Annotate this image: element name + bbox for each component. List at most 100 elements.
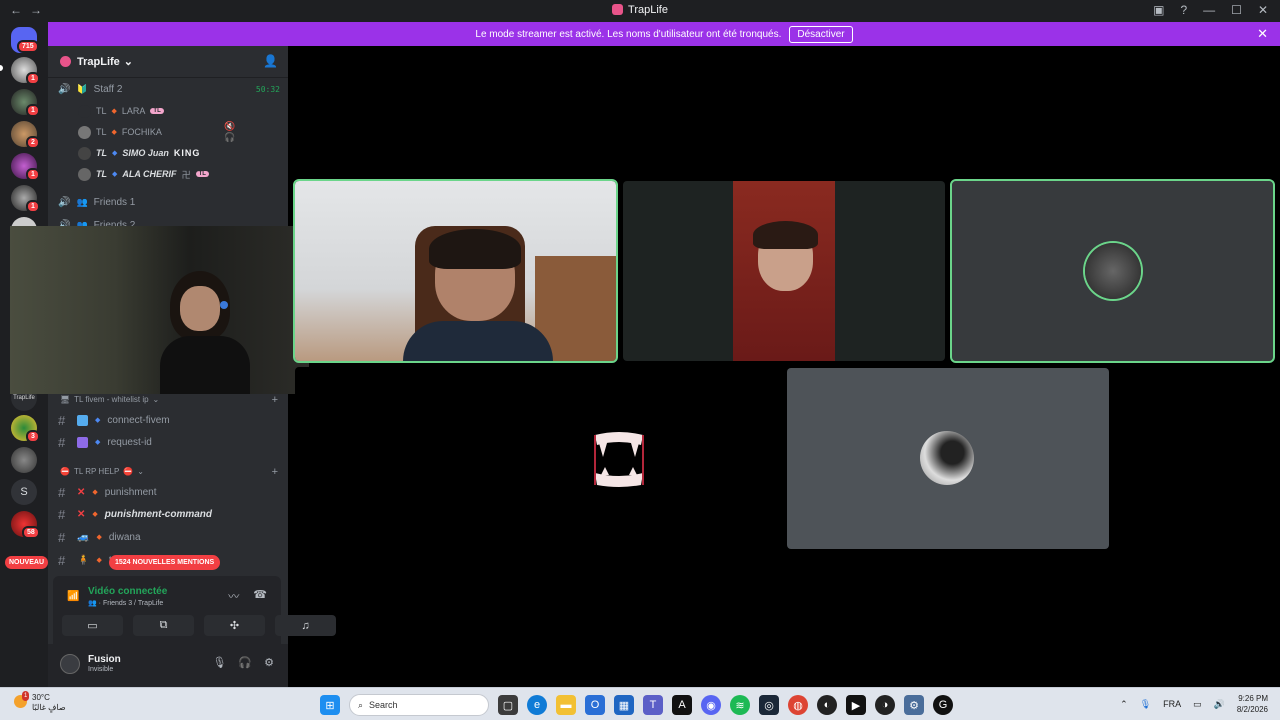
add-channel-icon[interactable]: + [272, 466, 278, 478]
speaker-icon: 🔊 [58, 196, 71, 208]
voice-user[interactable]: TL ◆ SIMO Juan KING [78, 143, 200, 163]
outlook-icon[interactable]: O [585, 695, 605, 715]
channel-punishment[interactable]: # ✕ ◆ punishment [58, 482, 156, 502]
diamond-icon: ◆ [96, 557, 102, 564]
chevron-down-icon: ⌄ [152, 395, 160, 404]
channel-punishment-command[interactable]: # ✕ ◆ punishment-command [58, 504, 212, 524]
disconnect-icon[interactable]: ☎ [253, 588, 267, 604]
user-tag: TL [195, 171, 209, 177]
discord-icon[interactable]: ◉ [701, 695, 721, 715]
voice-channel-friends-1[interactable]: 🔊 👥 Friends 1 [58, 192, 280, 212]
chrome-icon[interactable]: ◍ [788, 695, 808, 715]
voice-location[interactable]: 👥 · Friends 3 / TrapLife [88, 599, 163, 607]
noise-suppression-icon[interactable]: 〰 [228, 588, 239, 604]
diamond-icon: ◆ [95, 439, 101, 446]
banner-text: Le mode streamer est activé. Les noms d'… [475, 28, 782, 40]
server-badge: 1 [26, 72, 40, 85]
language-indicator[interactable]: FRA [1163, 699, 1181, 709]
diamond-icon: ◆ [112, 150, 118, 157]
user-name: FOCHIKA [121, 127, 162, 137]
user-glyph: 卍 [181, 169, 191, 180]
weather-badge: 1 [22, 691, 30, 701]
voice-location-label: Friends 3 / TrapLife [102, 600, 164, 607]
voice-user[interactable]: TL ◆ ALA CHERIF 卍 TL [78, 164, 209, 184]
fangs-avatar-icon [591, 431, 647, 487]
category-rp-help[interactable]: ⛔ TL RP HELP ⛔ ⌄ + [60, 466, 278, 478]
add-channel-icon[interactable]: + [272, 394, 278, 406]
deactivate-button[interactable]: Désactiver [789, 25, 853, 43]
store-icon[interactable]: ▦ [614, 695, 634, 715]
camera-off-button[interactable]: ▭ [62, 615, 123, 636]
avatar [78, 104, 91, 118]
chevron-up-icon[interactable]: ⌃ [1120, 699, 1128, 710]
user-name: ALA CHERIF [122, 169, 177, 179]
banner-close-icon[interactable]: ✕ [1257, 26, 1268, 42]
voice-timer: 50:32 [255, 84, 280, 94]
avatar-tile[interactable] [787, 368, 1109, 549]
clock[interactable]: 9:26 PM 8/2/2026 [1237, 693, 1268, 715]
obs-icon[interactable]: ◐ [817, 695, 837, 715]
user-name: LARA [121, 106, 146, 116]
avatar-tile[interactable] [295, 367, 780, 549]
spotify-icon[interactable]: ≋ [730, 695, 750, 715]
channel-request-id[interactable]: # ◆ request-id [58, 432, 152, 452]
soundboard-button[interactable]: ♫ [275, 615, 336, 636]
avatar-tile[interactable] [950, 179, 1275, 363]
avatar[interactable] [60, 654, 80, 674]
voice-user[interactable]: TL ◆ LARA TL [78, 101, 164, 121]
category-fivem[interactable]: 🖥 TL fivem - whitelist ip ⌄ + [60, 394, 278, 406]
voice-user[interactable]: TL ◆ FOCHIKA 🔇🎧 [78, 121, 235, 142]
window-title-text: TrapLife [628, 4, 668, 16]
headphones-icon[interactable]: 🎧 [238, 656, 252, 669]
voice-channel-staff-2[interactable]: 🔊 🔰 Staff 2 50:32 [58, 79, 280, 99]
gear-icon[interactable]: ⚙ [264, 656, 274, 669]
guild-header[interactable]: TrapLife ⌄ 👤 [48, 46, 288, 78]
diamond-icon: ◆ [111, 108, 117, 115]
screen-share-button[interactable]: ⧉ [133, 615, 194, 636]
user-status: Invisible [88, 666, 114, 673]
windows-start-icon[interactable]: ⊞ [320, 695, 340, 715]
server-icon[interactable] [11, 447, 37, 473]
edge-icon[interactable]: e [527, 695, 547, 715]
monitor-icon: 🖥 [60, 395, 71, 404]
task-view-icon[interactable]: ▢ [498, 695, 518, 715]
traplife-server-label: TrapLife [13, 395, 35, 401]
settings-icon[interactable]: ⚙ [904, 695, 924, 715]
user-prefix: TL [96, 148, 107, 158]
video-tile[interactable] [623, 181, 945, 361]
server-icon-s[interactable]: S [11, 479, 37, 505]
weather-widget[interactable]: 1 30°C صافٍ غالبًا [14, 691, 66, 713]
new-unreads-badge[interactable]: NOUVEAU [5, 556, 49, 569]
minimize-button[interactable]: — [1203, 3, 1215, 17]
volume-icon[interactable]: 🔊 [1214, 699, 1225, 710]
nvidia-icon[interactable]: ▶ [846, 695, 866, 715]
clock-date: 8/2/2026 [1236, 705, 1268, 714]
close-button[interactable]: ✕ [1258, 3, 1268, 17]
maximize-button[interactable]: ☐ [1231, 3, 1242, 17]
activities-button[interactable]: ✣ [204, 615, 265, 636]
file-explorer-icon[interactable]: ▬ [556, 695, 576, 715]
microphone-icon[interactable]: 🎙 [1140, 699, 1151, 710]
app-g-icon[interactable]: G [933, 695, 953, 715]
server-badge: 3 [26, 430, 40, 443]
channel-diwana[interactable]: # 🚙 ◆ diwana [58, 527, 141, 547]
diamond-icon: ◆ [96, 534, 102, 541]
teams-icon[interactable]: T [643, 695, 663, 715]
server-badge: 1 [26, 168, 40, 181]
channel-connect-fivem[interactable]: # ◆ connect-fivem [58, 410, 170, 430]
microphone-icon[interactable]: 🎙 [212, 656, 226, 669]
terminal-icon[interactable]: A [672, 695, 692, 715]
hash-icon: # [58, 552, 66, 568]
video-tile[interactable] [293, 179, 618, 363]
steam-icon[interactable]: ◎ [759, 695, 779, 715]
webcam-body [160, 336, 250, 394]
taskbar-search[interactable]: ⌕ Search [349, 694, 489, 716]
app-icon[interactable]: ◑ [875, 695, 895, 715]
weather-description: صافٍ غالبًا [32, 703, 66, 712]
help-icon[interactable]: ? [1180, 3, 1187, 17]
new-mentions-badge[interactable]: 1524 NOUVELLES MENTIONS [109, 555, 221, 570]
network-icon[interactable]: ▭ [1193, 699, 1202, 710]
search-icon: ⌕ [358, 699, 364, 710]
add-member-icon[interactable]: 👤 [263, 54, 278, 68]
inbox-icon[interactable]: ▣ [1153, 3, 1164, 17]
